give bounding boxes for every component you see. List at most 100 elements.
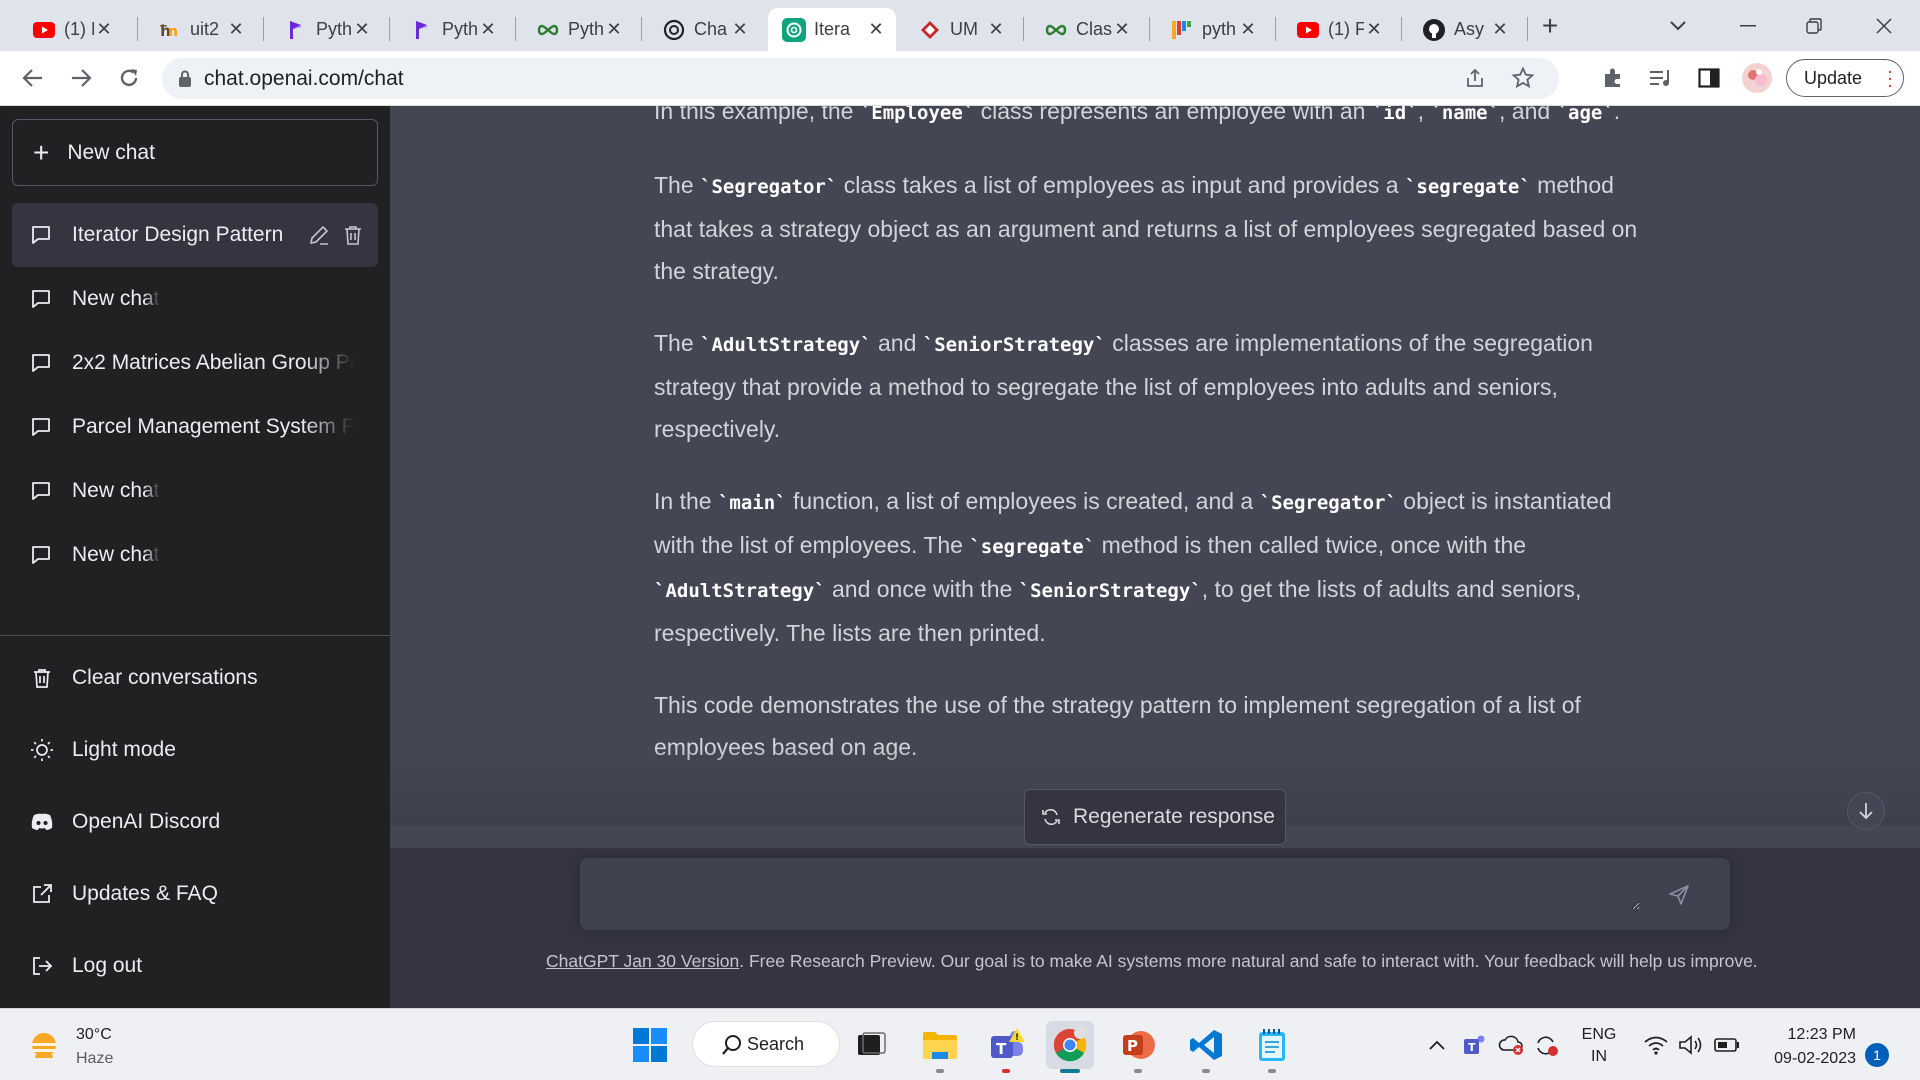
- chat-history-item[interactable]: New chat: [12, 267, 378, 331]
- chat-history-item[interactable]: New chat: [12, 459, 378, 523]
- powerpoint-app[interactable]: P: [1114, 1021, 1162, 1073]
- tab-divider: [641, 17, 642, 41]
- updates-faq-link[interactable]: Updates & FAQ: [12, 864, 378, 924]
- close-tab-icon[interactable]: ✕: [604, 19, 624, 40]
- browser-tab[interactable]: Pyth ✕: [522, 8, 634, 51]
- side-panel-button[interactable]: [1692, 61, 1726, 95]
- browser-tab[interactable]: Clas ✕: [1030, 8, 1142, 51]
- vscode-app[interactable]: [1182, 1021, 1230, 1073]
- close-window-button[interactable]: [1866, 10, 1902, 42]
- chat-history-item[interactable]: New chat: [12, 523, 378, 587]
- notepad-app[interactable]: [1248, 1021, 1296, 1073]
- browser-tab[interactable]: (1) F ✕: [18, 8, 124, 51]
- openai-discord-label: OpenAI Discord: [72, 810, 221, 833]
- tab-search-button[interactable]: [1660, 10, 1696, 42]
- light-mode-button[interactable]: Light mode: [12, 720, 378, 780]
- openai-discord-link[interactable]: OpenAI Discord: [12, 792, 378, 852]
- browser-tab[interactable]: ħn uit2 ✕: [144, 8, 256, 51]
- text-span: In the: [654, 488, 718, 514]
- new-chat-button[interactable]: + New chat: [12, 119, 378, 186]
- haze-weather-icon: [30, 1033, 58, 1058]
- close-tab-icon[interactable]: ✕: [866, 19, 886, 40]
- browser-tab[interactable]: (1) F ✕: [1282, 8, 1394, 51]
- task-view-icon: [858, 1032, 886, 1055]
- wifi-icon[interactable]: [1644, 1009, 1668, 1080]
- text-span: class represents an employee with an: [974, 106, 1372, 124]
- browser-tab[interactable]: Asy ✕: [1408, 8, 1520, 51]
- browser-tab[interactable]: Pyth ✕: [270, 8, 382, 51]
- edit-pencil-icon[interactable]: [308, 224, 330, 252]
- close-tab-icon[interactable]: ✕: [1238, 19, 1258, 40]
- input-language[interactable]: ENG IN: [1578, 1024, 1620, 1068]
- browser-tab-active[interactable]: Itera ✕: [768, 8, 896, 51]
- close-tab-icon[interactable]: ✕: [1364, 19, 1384, 40]
- version-link[interactable]: ChatGPT Jan 30 Version: [546, 951, 739, 971]
- chat-history-label: 2x2 Matrices Abelian Group Pr: [72, 351, 354, 374]
- light-mode-label: Light mode: [72, 738, 176, 761]
- close-tab-icon[interactable]: ✕: [1112, 19, 1132, 40]
- close-icon: [1876, 18, 1892, 34]
- url-text: chat.openai.com/chat: [204, 66, 404, 90]
- send-button[interactable]: [1664, 880, 1694, 910]
- teams-app[interactable]: T!: [982, 1021, 1030, 1073]
- extensions-button[interactable]: [1596, 61, 1630, 95]
- close-tab-icon[interactable]: ✕: [478, 19, 498, 40]
- new-chat-label: New chat: [67, 140, 155, 164]
- tab-divider: [1527, 17, 1528, 41]
- inline-code: `Segregator`: [1259, 492, 1397, 514]
- restore-button[interactable]: [1796, 10, 1832, 42]
- text-span: In this example, the: [654, 106, 860, 124]
- scroll-to-bottom-button[interactable]: [1847, 792, 1885, 830]
- chrome-app[interactable]: [1046, 1021, 1094, 1073]
- clear-conversations-button[interactable]: Clear conversations: [12, 648, 378, 708]
- close-tab-icon[interactable]: ✕: [352, 19, 372, 40]
- bookmark-star-icon[interactable]: [1511, 66, 1535, 95]
- chat-history-item[interactable]: 2x2 Matrices Abelian Group Pr: [12, 331, 378, 395]
- close-tab-icon[interactable]: ✕: [94, 19, 114, 40]
- prompt-input[interactable]: [600, 878, 1640, 910]
- reload-button[interactable]: [112, 61, 146, 95]
- share-icon[interactable]: [1463, 66, 1487, 95]
- teams-tray-icon[interactable]: T: [1462, 1009, 1488, 1080]
- svg-text:P: P: [1127, 1037, 1138, 1055]
- system-clock[interactable]: 12:23 PM 09-02-2023: [1752, 1023, 1856, 1071]
- volume-icon[interactable]: [1678, 1009, 1704, 1080]
- task-view-button[interactable]: [848, 1021, 896, 1069]
- clock-time: 12:23 PM: [1787, 1026, 1856, 1043]
- minimize-button[interactable]: [1730, 10, 1766, 42]
- file-explorer-app[interactable]: [916, 1021, 964, 1073]
- browser-tab[interactable]: Pyth ✕: [396, 8, 508, 51]
- show-hidden-icons-button[interactable]: [1428, 1009, 1446, 1080]
- close-tab-icon[interactable]: ✕: [226, 19, 246, 40]
- reading-list-button[interactable]: [1644, 61, 1678, 95]
- forward-button[interactable]: [64, 61, 98, 95]
- battery-icon[interactable]: [1714, 1009, 1740, 1080]
- log-out-button[interactable]: Log out: [12, 936, 378, 996]
- taskbar-search[interactable]: Search: [692, 1021, 840, 1067]
- kebab-menu-icon[interactable]: · · ·: [1887, 62, 1893, 94]
- profile-avatar[interactable]: [1740, 61, 1774, 95]
- onedrive-error-icon[interactable]: [1498, 1009, 1526, 1080]
- close-tab-icon[interactable]: ✕: [1490, 19, 1510, 40]
- sync-status-icon[interactable]: [1534, 1009, 1560, 1080]
- text-span: The: [654, 330, 701, 356]
- address-bar[interactable]: chat.openai.com/chat: [162, 58, 1559, 99]
- new-tab-button[interactable]: +: [1532, 10, 1568, 42]
- weather-widget[interactable]: 30°C Haze: [26, 1023, 113, 1071]
- close-tab-icon[interactable]: ✕: [986, 19, 1006, 40]
- update-browser-button[interactable]: Update · · ·: [1786, 59, 1904, 97]
- browser-tab[interactable]: Cha ✕: [648, 8, 760, 51]
- delete-trash-icon[interactable]: [342, 224, 364, 252]
- response-paragraph: In this example, the `Employee` class re…: [654, 106, 1654, 134]
- inline-code: `age`: [1556, 106, 1614, 124]
- browser-tab[interactable]: UM ✕: [904, 8, 1016, 51]
- arrow-left-icon: [22, 69, 42, 87]
- browser-tab[interactable]: pyth ✕: [1156, 8, 1268, 51]
- chat-history-item[interactable]: Parcel Management System Py: [12, 395, 378, 459]
- start-button[interactable]: [626, 1021, 674, 1069]
- chat-history-item-active[interactable]: Iterator Design Pattern: [12, 203, 378, 267]
- regenerate-response-button[interactable]: Regenerate response: [1024, 789, 1286, 845]
- close-tab-icon[interactable]: ✕: [730, 19, 750, 40]
- back-button[interactable]: [16, 61, 50, 95]
- notification-badge[interactable]: 1: [1865, 1043, 1889, 1067]
